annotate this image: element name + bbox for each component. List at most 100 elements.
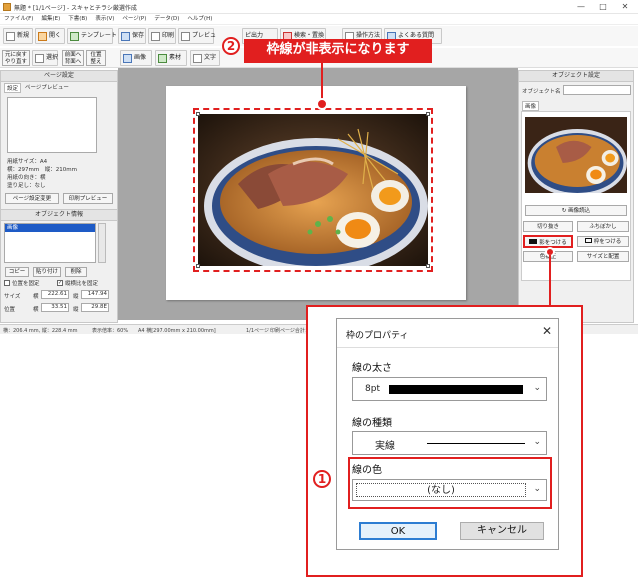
print-button[interactable]: 印刷 (148, 28, 176, 44)
maximize-button[interactable]: □ (598, 2, 608, 12)
text-tool-button[interactable]: 文字 (190, 50, 220, 66)
app-icon (3, 3, 11, 11)
preview-button[interactable]: プレビュ (178, 28, 216, 44)
frame-button[interactable]: 枠をつける (577, 236, 629, 247)
reload-image-button[interactable]: ↻ 画像読込 (525, 205, 627, 216)
menu-file[interactable]: ファイル(F) (4, 14, 33, 25)
pos-y-field[interactable]: 29.8E (81, 303, 109, 312)
position-align-button[interactable]: 位置 整え (86, 50, 106, 66)
menu-draft[interactable]: 下書(B) (68, 14, 87, 25)
menu-data[interactable]: データ(D) (154, 14, 179, 25)
line-width-select[interactable]: 8pt ⌄ (352, 377, 547, 401)
image-icon (123, 53, 132, 63)
minimize-button[interactable]: — (576, 2, 586, 12)
chevron-down-icon: ⌄ (533, 437, 541, 447)
hidden-border-callout: 枠線が非表示になります (244, 39, 432, 63)
folder-icon (38, 31, 47, 41)
callout-pointer-line (321, 63, 323, 103)
paper-size: 用紙サイズ：A4 (7, 159, 48, 165)
print-preview-button[interactable]: 印刷プレビュー (63, 193, 113, 204)
pos-x-field[interactable]: 33.51 (41, 303, 69, 312)
preview-icon (181, 31, 190, 41)
paper-dims: 横：297mm 縦：210mm (7, 167, 77, 173)
resize-handle[interactable] (196, 264, 200, 268)
tab-page-preview[interactable]: ページプレビュー (23, 83, 71, 91)
pos-x-label: 横 (33, 307, 39, 313)
resize-handle[interactable] (196, 112, 200, 116)
template-button[interactable]: テンプレート (67, 28, 117, 44)
status-page: 1/1ページ (246, 328, 269, 334)
paper-orientation: 用紙の向き：横 (7, 175, 46, 181)
title-bar: 無題 * [1/1ページ] - スキャとチラシ厳選作成 — □ ✕ (0, 0, 638, 14)
save-icon (121, 31, 130, 41)
lock-ratio-label: 縦横比を固定 (65, 281, 99, 287)
callout-pointer-dot (316, 98, 328, 110)
select-button[interactable]: 選択 (32, 50, 58, 66)
line-type-value: 実線 (375, 441, 395, 452)
object-name-input[interactable] (563, 85, 631, 95)
dialog-close-icon[interactable]: ✕ (542, 324, 552, 338)
dialog-title: 枠のプロパティ (346, 331, 409, 341)
ok-button[interactable]: OK (359, 522, 437, 540)
step-1-badge: 1 (313, 470, 331, 488)
step-2-badge: 2 (222, 37, 240, 55)
line-color-label: 線の色 (352, 465, 382, 476)
tab-settings[interactable]: 設定 (4, 83, 22, 93)
dialog-divider (337, 347, 558, 348)
image-tool-button[interactable]: 画像 (120, 50, 152, 66)
frame-icon (584, 238, 592, 243)
tab-image[interactable]: 画像 (522, 101, 540, 111)
list-item[interactable]: 画像 (5, 224, 95, 232)
text-icon (193, 53, 202, 63)
shadow-button[interactable]: 影をつける (523, 235, 573, 248)
crop-button[interactable]: 切り抜き (523, 221, 573, 232)
cancel-button[interactable]: キャンセル (460, 522, 544, 540)
object-settings-header: オブジェクト設定 (519, 71, 633, 82)
menu-page[interactable]: ページ(P) (122, 14, 146, 25)
paste-button[interactable]: 貼り付け (33, 267, 61, 277)
list-scrollbar[interactable] (98, 223, 106, 263)
line-color-select[interactable]: (なし) ⌄ (352, 479, 547, 501)
height-field[interactable]: 147.94 (81, 290, 109, 299)
copy-button[interactable]: コピー (5, 267, 29, 277)
position-label: 位置 (4, 307, 16, 313)
line-color-value: (なし) (356, 483, 526, 497)
new-file-icon (6, 31, 15, 41)
window-title: 無題 * [1/1ページ] - スキャとチラシ厳選作成 (14, 5, 137, 12)
ramen-image (198, 114, 428, 266)
paper-bleed: 塗り足し：なし (7, 183, 46, 189)
height-label: 縦 (73, 294, 79, 300)
lock-ratio-checkbox[interactable]: ✓ (57, 280, 63, 286)
order-button[interactable]: 前面へ 背面へ (62, 50, 84, 66)
width-field[interactable]: 222.61 (41, 290, 69, 299)
resize-handle[interactable] (426, 112, 430, 116)
menu-help[interactable]: ヘルプ(H) (187, 14, 212, 25)
line-type-label: 線の種類 (352, 418, 392, 429)
close-window-button[interactable]: ✕ (620, 2, 630, 12)
resize-handle[interactable] (426, 264, 430, 268)
object-name-label: オブジェクト名 (522, 89, 561, 95)
page-thumbnail (7, 97, 97, 153)
printer-icon (151, 31, 160, 41)
chevron-down-icon: ⌄ (533, 484, 541, 494)
new-button[interactable]: 新規 (3, 28, 33, 44)
left-panel: ページ設定 設定 ページプレビュー 用紙サイズ：A4 横：297mm 縦：210… (0, 70, 118, 323)
save-button[interactable]: 保存 (118, 28, 146, 44)
object-list[interactable]: 画像 (4, 223, 96, 263)
undo-redo-button[interactable]: 元に戻す やり直す (2, 50, 30, 66)
delete-button[interactable]: 削除 (65, 267, 87, 277)
page-settings-change-button[interactable]: ページ設定変更 (5, 193, 59, 204)
open-button[interactable]: 開く (35, 28, 65, 44)
line-type-select[interactable]: 実線 ⌄ (352, 431, 547, 455)
menu-view[interactable]: 表示(V) (95, 14, 114, 25)
menu-edit[interactable]: 編集(E) (41, 14, 60, 25)
pos-y-label: 縦 (73, 307, 79, 313)
blur-edge-button[interactable]: ふちぼかし (577, 221, 629, 232)
object-info-header: オブジェクト情報 (1, 209, 117, 221)
size-layout-button[interactable]: サイズと配置 (577, 251, 629, 262)
thumbnail-image (525, 117, 627, 193)
ramen-photo[interactable] (198, 114, 428, 266)
solid-line-sample (427, 443, 525, 444)
lock-position-checkbox[interactable] (4, 280, 10, 286)
material-tool-button[interactable]: 素材 (155, 50, 187, 66)
